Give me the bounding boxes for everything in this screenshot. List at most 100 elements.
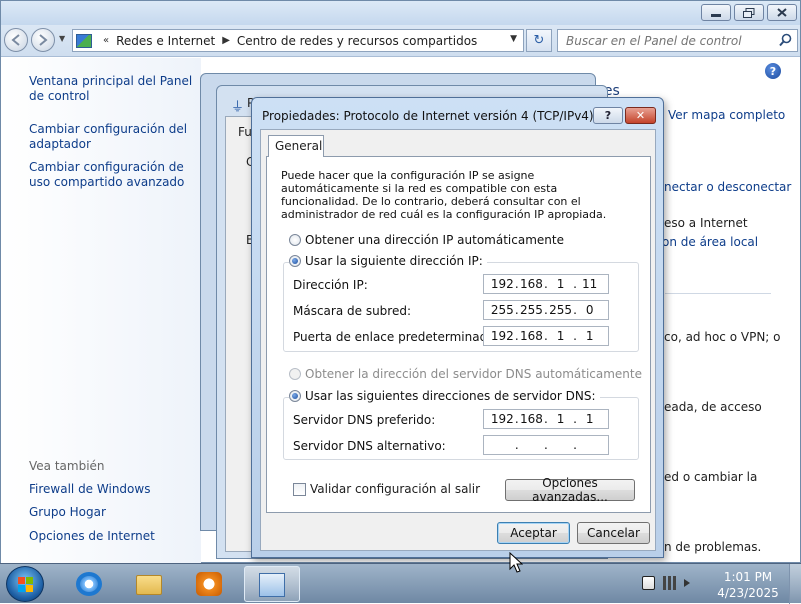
taskbar-media-player[interactable]: [182, 566, 238, 602]
dns-pref-octet[interactable]: 192: [490, 412, 514, 426]
subnet-mask-field[interactable]: 255. 255. 255. 0: [483, 300, 609, 320]
windows-logo-icon: [18, 577, 33, 592]
gateway-octet[interactable]: 1: [549, 329, 573, 343]
gateway-octet[interactable]: 168: [519, 329, 543, 343]
breadcrumb-item-network[interactable]: Redes e Internet: [116, 34, 215, 48]
access-type-fragment: eso a Internet: [664, 216, 748, 230]
network-center-icon: [259, 573, 285, 597]
mask-octet[interactable]: 0: [578, 303, 602, 317]
radio-dns-auto-indicator[interactable]: [289, 368, 301, 380]
task-description-fragment-2: eada, de acceso: [664, 400, 762, 414]
ip-octet[interactable]: 192: [490, 277, 514, 291]
search-icon[interactable]: [779, 33, 792, 47]
link-windows-firewall[interactable]: Firewall de Windows: [29, 482, 199, 497]
clock-date: 4/23/2025: [717, 586, 779, 600]
advanced-options-button[interactable]: Opciones avanzadas...: [505, 476, 635, 504]
validate-settings-checkbox[interactable]: Validar configuración al salir: [293, 482, 480, 496]
radio-ip-manual[interactable]: Usar la siguiente dirección IP:: [289, 254, 487, 268]
maximize-icon: [743, 7, 755, 18]
radio-ip-auto-indicator[interactable]: [289, 234, 301, 246]
section-divider: [665, 293, 771, 294]
media-player-icon: [196, 572, 222, 596]
chevron-right-icon[interactable]: ▶: [222, 35, 230, 46]
taskbar-network-center[interactable]: [244, 566, 300, 602]
link-local-area-connection[interactable]: on de área local: [662, 235, 758, 249]
maximize-button[interactable]: [734, 4, 764, 21]
start-button[interactable]: [6, 566, 44, 602]
gateway-octet[interactable]: 1: [578, 329, 602, 343]
mask-octet[interactable]: 255: [490, 303, 514, 317]
close-icon: [777, 8, 787, 17]
tab-general[interactable]: General: [268, 135, 324, 157]
search-box[interactable]: [557, 29, 798, 52]
ip-address-field[interactable]: 192. 168. 1. 11: [483, 274, 609, 294]
preferred-dns-label: Servidor DNS preferido:: [293, 413, 436, 427]
refresh-button[interactable]: ↻: [526, 29, 552, 52]
battery-icon[interactable]: [642, 576, 655, 590]
control-panel-icon: [76, 33, 92, 48]
address-bar[interactable]: « Redes e Internet ▶ Centro de redes y r…: [72, 29, 524, 52]
mask-octet[interactable]: 255: [519, 303, 543, 317]
taskbar-internet-explorer[interactable]: [62, 566, 118, 602]
mask-octet[interactable]: 255: [549, 303, 573, 317]
notification-area: [642, 576, 690, 590]
volume-icon[interactable]: [684, 579, 690, 587]
accept-button[interactable]: Aceptar: [497, 522, 570, 544]
radio-ip-auto[interactable]: Obtener una dirección IP automáticamente: [289, 233, 568, 247]
close-button[interactable]: [767, 4, 797, 21]
gateway-octet[interactable]: 192: [490, 329, 514, 343]
validate-checkbox-box[interactable]: [293, 482, 306, 496]
mouse-cursor-icon: [509, 552, 523, 573]
back-button[interactable]: [4, 28, 28, 52]
show-desktop-button[interactable]: [789, 564, 801, 604]
radio-ip-manual-label: Usar la siguiente dirección IP:: [305, 254, 483, 268]
help-icon[interactable]: ?: [765, 63, 781, 79]
taskbar-windows-explorer[interactable]: [122, 566, 178, 602]
alternate-dns-field[interactable]: . . .: [483, 435, 609, 455]
subnet-mask-label: Máscara de subred:: [293, 304, 412, 318]
ip-octet[interactable]: 168: [519, 277, 543, 291]
dialog-close-button[interactable]: ✕: [625, 107, 656, 124]
radio-ip-manual-indicator[interactable]: [289, 255, 301, 267]
forward-button[interactable]: [31, 28, 55, 52]
dialog-help-button[interactable]: ?: [593, 107, 623, 124]
recent-pages-dropdown-icon[interactable]: ▼: [59, 34, 65, 43]
link-advanced-sharing-settings[interactable]: Cambiar configuración de uso compartido …: [29, 160, 199, 190]
clock[interactable]: 1:01 PM 4/23/2025: [713, 569, 783, 601]
minimize-button[interactable]: [701, 4, 731, 21]
clock-time: 1:01 PM: [723, 570, 773, 584]
search-input[interactable]: [558, 33, 768, 48]
radio-dns-manual-indicator[interactable]: [289, 390, 301, 402]
task-description-fragment-1: co, ad hoc o VPN; o: [664, 330, 781, 344]
link-connect-disconnect[interactable]: nectar o desconectar: [664, 180, 791, 194]
radio-dns-manual[interactable]: Usar las siguientes direcciones de servi…: [289, 389, 600, 403]
window-titlebar[interactable]: [1, 1, 800, 25]
preferred-dns-field[interactable]: 192. 168. 1. 1: [483, 409, 609, 429]
alternate-dns-label: Servidor DNS alternativo:: [293, 439, 446, 453]
gateway-field[interactable]: 192. 168. 1. 1: [483, 326, 609, 346]
dns-pref-octet[interactable]: 1: [549, 412, 573, 426]
breadcrumb-overflow-icon[interactable]: «: [103, 35, 109, 46]
link-internet-options[interactable]: Opciones de Internet: [29, 529, 199, 544]
breadcrumb-item-network-center[interactable]: Centro de redes y recursos compartidos: [237, 34, 477, 48]
internet-explorer-icon: [76, 572, 102, 596]
dns-pref-octet[interactable]: 168: [519, 412, 543, 426]
dns-pref-octet[interactable]: 1: [578, 412, 602, 426]
link-homegroup[interactable]: Grupo Hogar: [29, 505, 199, 520]
cancel-button[interactable]: Cancelar: [577, 522, 650, 544]
arrow-left-icon: [11, 34, 20, 46]
validate-checkbox-label: Validar configuración al salir: [310, 482, 481, 496]
arrow-right-icon: [39, 34, 48, 46]
tasks-panel: Ventana principal del Panel de control C…: [1, 58, 201, 564]
link-control-panel-home[interactable]: Ventana principal del Panel de control: [29, 74, 199, 104]
radio-ip-auto-label: Obtener una dirección IP automáticamente: [305, 233, 564, 247]
dialog-title: Propiedades: Protocolo de Internet versi…: [262, 109, 594, 123]
ip-octet[interactable]: 11: [578, 277, 602, 291]
link-change-adapter-settings[interactable]: Cambiar configuración del adaptador: [29, 122, 199, 152]
help-icon: ?: [604, 109, 612, 122]
ip-octet[interactable]: 1: [549, 277, 573, 291]
link-full-map[interactable]: Ver mapa completo: [668, 108, 785, 122]
network-icon[interactable]: [663, 576, 676, 590]
radio-dns-auto[interactable]: Obtener la dirección del servidor DNS au…: [289, 367, 646, 381]
address-dropdown-icon[interactable]: ▼: [510, 34, 517, 44]
